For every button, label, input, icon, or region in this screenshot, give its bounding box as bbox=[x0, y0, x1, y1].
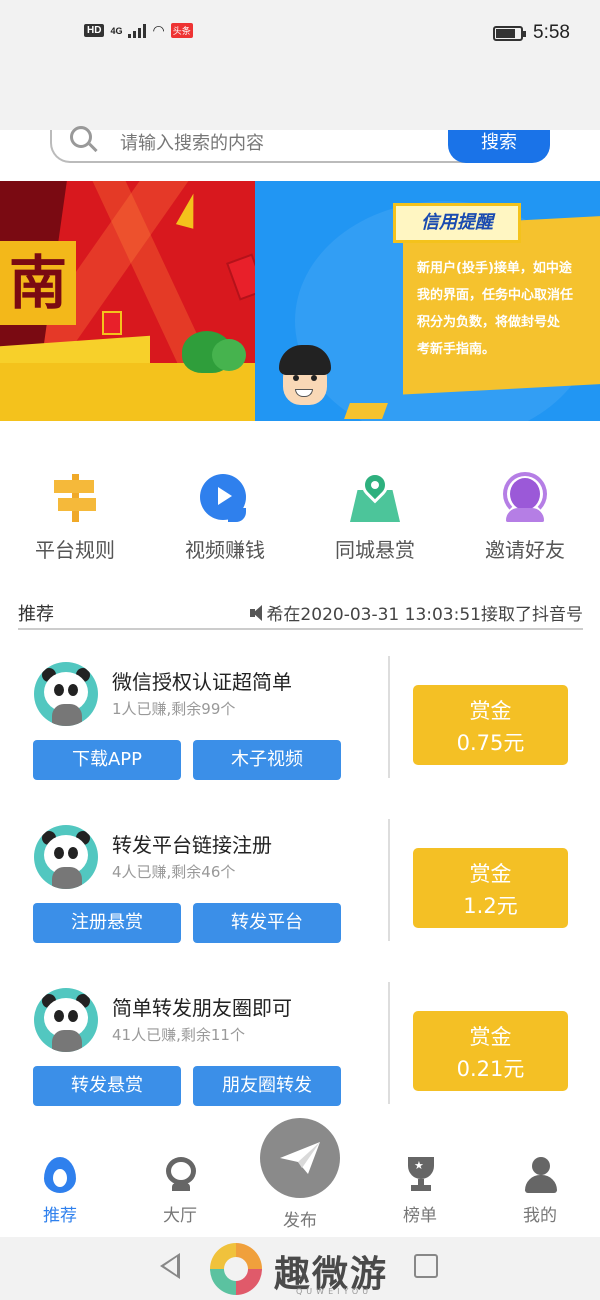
category-video-earn[interactable]: 视频赚钱 bbox=[150, 472, 300, 572]
recommend-title: 推荐 bbox=[18, 604, 54, 625]
notice-text: 新用户(投手)接单，如中途 我的界面，任务中心取消任 积分为负数，将做封号处 考… bbox=[417, 261, 574, 357]
category-label: 同城悬赏 bbox=[335, 538, 415, 562]
reward-value: 0.21元 bbox=[456, 1057, 525, 1081]
task-progress: 1人已赚,剩余99个 bbox=[112, 700, 236, 718]
task-progress: 41人已赚,剩余11个 bbox=[112, 1026, 245, 1044]
task-tag-button[interactable]: 转发平台 bbox=[193, 903, 341, 943]
app-screen: HD 4G ◠ 头条 5:58 请输入搜索的内容 搜索 南 信用提醒 新用户(投… bbox=[0, 0, 600, 1300]
hd-indicator: HD bbox=[84, 24, 105, 37]
reward-button[interactable]: 赏金 1.2元 bbox=[413, 848, 568, 928]
network-type: 4G bbox=[110, 25, 123, 36]
divider bbox=[388, 982, 390, 1104]
trophy-icon: ★ bbox=[404, 1157, 436, 1193]
news-ticker: 希在2020-03-31 13:03:51接取了抖音号 bbox=[250, 600, 583, 625]
task-tag-button[interactable]: 下载APP bbox=[33, 740, 181, 780]
flag-icon bbox=[175, 191, 203, 229]
category-invite-friends[interactable]: 邀请好友 bbox=[450, 472, 600, 572]
reward-value: 1.2元 bbox=[463, 894, 518, 918]
search-input[interactable]: 请输入搜索的内容 bbox=[120, 130, 264, 158]
system-nav-bar: 趣微游 QUWEIYOU bbox=[0, 1237, 600, 1300]
task-tag-button[interactable]: 注册悬赏 bbox=[33, 903, 181, 943]
promo-banner[interactable]: 南 信用提醒 新用户(投手)接单，如中途 我的界面，任务中心取消任 积分为负数，… bbox=[0, 181, 600, 421]
status-icons-right: 5:58 bbox=[493, 22, 570, 44]
task-tag-button[interactable]: 木子视频 bbox=[193, 740, 341, 780]
reward-label: 赏金 bbox=[469, 699, 512, 723]
paper-icon bbox=[344, 403, 388, 419]
category-label: 视频赚钱 bbox=[185, 538, 265, 562]
signpost-icon bbox=[50, 472, 100, 522]
category-label: 平台规则 bbox=[35, 538, 115, 562]
task-title: 微信授权认证超简单 bbox=[112, 670, 292, 694]
status-bar: HD 4G ◠ 头条 5:58 bbox=[0, 0, 600, 130]
location-pin-icon bbox=[350, 466, 400, 522]
headset-icon bbox=[500, 472, 550, 522]
paper-plane-icon bbox=[280, 1142, 320, 1174]
search-button[interactable]: 搜索 bbox=[448, 130, 550, 163]
reward-button[interactable]: 赏金 0.21元 bbox=[413, 1011, 568, 1091]
search-icon bbox=[70, 126, 92, 148]
task-tag-button[interactable]: 转发悬赏 bbox=[33, 1066, 181, 1106]
watermark-subtext: QUWEIYOU bbox=[296, 1287, 373, 1296]
task-card[interactable]: 简单转发朋友圈即可 41人已赚,剩余11个 转发悬赏 朋友圈转发 赏金 0.21… bbox=[0, 982, 600, 1112]
task-card[interactable]: 转发平台链接注册 4人已赚,剩余46个 注册悬赏 转发平台 赏金 1.2元 bbox=[0, 819, 600, 949]
app-notification-badge: 头条 bbox=[170, 23, 193, 38]
panda-avatar bbox=[34, 988, 98, 1052]
news-ticker-text: 希在2020-03-31 13:03:51接取了抖音号 bbox=[266, 605, 583, 625]
task-progress: 4人已赚,剩余46个 bbox=[112, 863, 236, 881]
speaker-icon bbox=[250, 604, 264, 621]
reward-label: 赏金 bbox=[469, 862, 512, 886]
publish-label: 发布 bbox=[283, 1211, 317, 1231]
panda-avatar bbox=[34, 825, 98, 889]
task-title: 简单转发朋友圈即可 bbox=[112, 996, 292, 1020]
divider bbox=[388, 656, 390, 778]
category-row: 平台规则 视频赚钱 同城悬赏 邀请好友 bbox=[0, 466, 600, 572]
reward-button[interactable]: 赏金 0.75元 bbox=[413, 685, 568, 765]
notice-tag: 信用提醒 bbox=[393, 203, 521, 243]
recent-apps-icon[interactable] bbox=[414, 1254, 438, 1278]
battery-icon bbox=[493, 25, 527, 41]
tree-icon bbox=[212, 339, 246, 371]
task-tag-button[interactable]: 朋友圈转发 bbox=[193, 1066, 341, 1106]
divider bbox=[388, 819, 390, 941]
hall-icon bbox=[164, 1157, 196, 1193]
category-city-reward[interactable]: 同城悬赏 bbox=[300, 466, 450, 572]
task-card[interactable]: 微信授权认证超简单 1人已赚,剩余99个 下载APP 木子视频 赏金 0.75元 bbox=[0, 656, 600, 786]
cartoon-boy-icon bbox=[277, 345, 331, 407]
panda-avatar bbox=[34, 662, 98, 726]
red-envelope-icon bbox=[102, 311, 122, 335]
banner-glyph: 南 bbox=[0, 241, 76, 325]
wifi-icon: ◠ bbox=[152, 22, 165, 38]
flame-icon bbox=[44, 1157, 76, 1193]
recommend-header: 推荐 希在2020-03-31 13:03:51接取了抖音号 bbox=[18, 596, 583, 630]
reward-value: 0.75元 bbox=[456, 731, 525, 755]
video-play-icon bbox=[200, 472, 250, 522]
task-title: 转发平台链接注册 bbox=[112, 833, 272, 857]
back-icon[interactable] bbox=[160, 1253, 180, 1279]
category-platform-rules[interactable]: 平台规则 bbox=[0, 472, 150, 572]
category-label: 邀请好友 bbox=[485, 538, 565, 562]
reward-label: 赏金 bbox=[469, 1025, 512, 1049]
banner-guide-slide: 南 bbox=[0, 181, 255, 421]
watermark-logo bbox=[210, 1243, 262, 1295]
search-bar: 请输入搜索的内容 搜索 bbox=[50, 126, 550, 163]
banner-notice-slide: 信用提醒 新用户(投手)接单，如中途 我的界面，任务中心取消任 积分为负数，将做… bbox=[255, 181, 600, 421]
status-icons-left: HD 4G ◠ 头条 bbox=[84, 22, 193, 39]
red-envelope-icon bbox=[226, 253, 255, 301]
clock: 5:58 bbox=[533, 22, 570, 43]
publish-button[interactable] bbox=[260, 1118, 340, 1198]
signal-icon bbox=[128, 23, 147, 38]
user-icon bbox=[524, 1157, 557, 1193]
